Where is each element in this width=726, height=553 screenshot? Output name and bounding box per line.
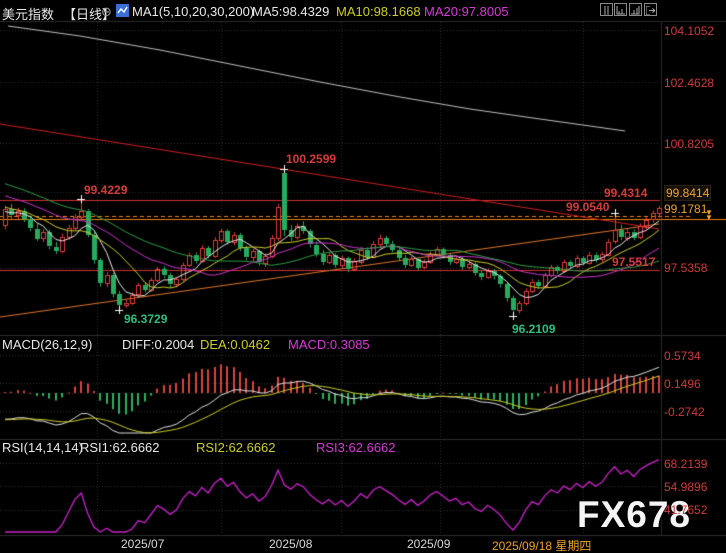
macd-value: MACD:0.3085	[288, 337, 370, 352]
x-axis-label: 2025/09	[407, 537, 450, 551]
left-axis-scale-icon[interactable]	[614, 3, 627, 16]
x-axis-label: 2025/09/18 星期四	[492, 537, 591, 553]
right-axis-scale-icon[interactable]	[629, 3, 642, 16]
ma20-value: MA20:97.8005	[424, 4, 509, 19]
rsi1-value: RSI1:62.6662	[80, 440, 160, 455]
price-annotation: 97.5517	[612, 255, 655, 269]
price-annotation: 99.4229	[84, 183, 127, 197]
price-annotation: 96.3729	[124, 312, 167, 326]
candlestick-chart-icon	[116, 4, 129, 22]
x-axis-label: 2025/07	[121, 537, 164, 551]
macd-axis-label: -0.2742	[664, 405, 705, 419]
macd-diff-value: DIFF:0.2004	[122, 337, 194, 352]
macd-axis-label: 0.1496	[664, 377, 701, 391]
price-axis-label: 99.8414	[664, 185, 711, 201]
rsi-axis-label: 54.9896	[664, 480, 707, 494]
ma10-value: MA10:98.1668	[336, 4, 421, 19]
trading-chart-app: 美元指数 【日线】 ⊖ MA1(5,10,20,30,200) MA5:98.4…	[0, 0, 726, 553]
rsi-title[interactable]: RSI(14,14,14)	[2, 440, 83, 455]
price-axis-label: 104.1052	[664, 24, 714, 38]
rsi2-value: RSI2:62.6662	[196, 440, 276, 455]
rsi-axis-label: 41.7652	[664, 503, 707, 517]
ma5-value: MA5:98.4329	[252, 4, 329, 19]
instrument-title: 美元指数	[2, 4, 54, 23]
price-axis-label: 99.1781	[664, 202, 707, 216]
price-annotation: 99.0540	[566, 200, 609, 214]
macd-axis-label: 0.5734	[664, 349, 701, 363]
collapse-icon[interactable]: ⊖	[101, 4, 112, 20]
price-annotation: 96.2109	[512, 322, 555, 336]
ma-settings-label[interactable]: MA1(5,10,20,30,200)	[132, 4, 254, 19]
rsi-axis-label: 68.2139	[664, 457, 707, 471]
split-view-icon[interactable]	[600, 3, 613, 16]
chart-canvas[interactable]	[0, 0, 726, 553]
price-axis-label: 100.8205	[664, 137, 714, 151]
macd-dea-value: DEA:0.0462	[200, 337, 270, 352]
macd-title[interactable]: MACD(26,12,9)	[2, 337, 92, 352]
price-annotation: 99.4314	[604, 186, 647, 200]
x-axis-label: 2025/08	[269, 537, 312, 551]
price-annotation: 100.2599	[286, 152, 336, 166]
price-axis-label: 97.5358	[664, 261, 707, 275]
rsi3-value: RSI3:62.6662	[316, 440, 396, 455]
price-axis-label: 102.4628	[664, 76, 714, 90]
pan-out-icon[interactable]	[644, 3, 657, 16]
